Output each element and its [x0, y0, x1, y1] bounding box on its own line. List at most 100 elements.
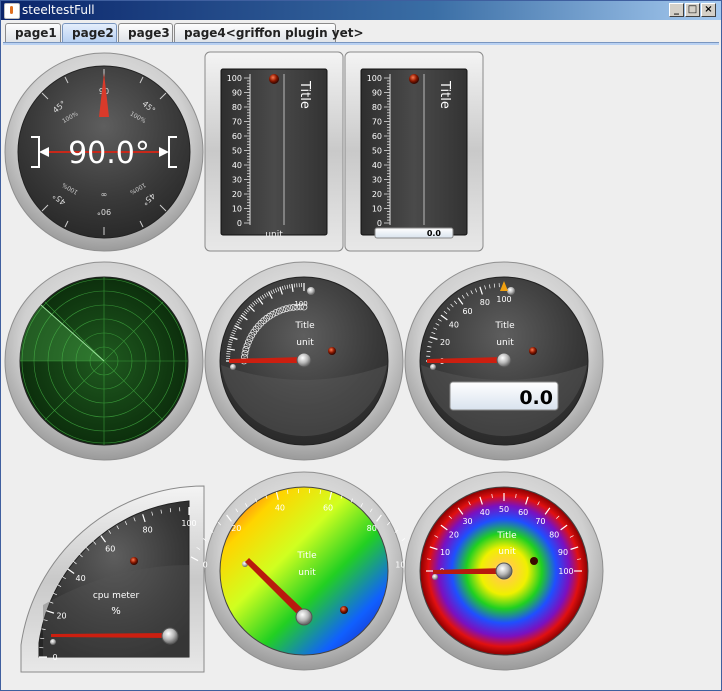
rainbow2-led	[530, 557, 538, 565]
radial-cloud-unit: unit	[296, 338, 314, 348]
radial-cloud-gauge: 100 Title unit	[204, 261, 404, 461]
tab-page4[interactable]: page4<griffon plugin yet>	[174, 23, 364, 42]
quarter-gauge: 0 20 40 60 80 100 cpu meter %	[20, 485, 205, 673]
linear2-lcd-value: 0.0	[427, 229, 442, 238]
radial-lcd-knob	[496, 352, 512, 368]
radial-lcd-unit: unit	[496, 338, 514, 348]
tick-label: 20	[440, 338, 450, 347]
scale-label: 100	[367, 74, 382, 83]
scale-label: 80	[372, 103, 382, 112]
rainbow2-title: Title	[496, 531, 517, 541]
radial-lcd-title: Title	[494, 321, 515, 331]
tick-label: 60	[518, 508, 528, 517]
compass-label-bottom: 90°	[97, 207, 111, 216]
scale-label: 0	[237, 219, 242, 228]
application-window: steeltestFull _ □ × page1 page2 page3 pa…	[0, 0, 722, 691]
compass-label-infinity: ∞	[101, 190, 108, 199]
tick-label: 10	[440, 548, 450, 557]
tick-label: 80	[480, 298, 490, 307]
tick-label: 70	[535, 517, 545, 526]
scale-label: 100	[227, 74, 242, 83]
tick-label: 20	[449, 531, 459, 540]
scale-label: 60	[372, 132, 382, 141]
linear1-title: Title	[297, 80, 312, 109]
tick-label: 40	[480, 508, 490, 517]
scale-label: 30	[232, 176, 242, 185]
radial-lcd-gauge: 020406080100 Title unit 0.0	[404, 261, 604, 461]
maximize-button[interactable]: □	[685, 3, 700, 17]
tick-label: 100	[181, 519, 196, 528]
rainbow1-led	[340, 606, 348, 614]
rainbow1-knob	[295, 608, 313, 626]
scale-label: 20	[232, 190, 242, 199]
scale-label: 80	[232, 103, 242, 112]
compass-gauge: 90 45° 45° 45° 45° 100% 100% 100% 100% ∞…	[4, 52, 204, 252]
minimize-button[interactable]: _	[669, 3, 684, 17]
scale-label: 10	[372, 205, 382, 214]
gauges-canvas: 90 45° 45° 45° 45° 100% 100% 100% 100% ∞…	[4, 51, 604, 673]
tick-label: 30	[462, 517, 472, 526]
tab-page3[interactable]: page3	[118, 23, 173, 42]
tick-label: 90	[558, 548, 568, 557]
tick-label: 80	[367, 524, 377, 533]
linear-gauge-1: 1009080706050403020100 Title unit	[204, 51, 344, 252]
linear-gauge-2: 1009080706050403020100 Title 0.0	[344, 51, 484, 252]
radar-gauge	[4, 261, 204, 461]
tick-label: 60	[462, 307, 472, 316]
scale-label: 70	[232, 118, 242, 127]
rainbow-gauge-1: 02040 6080100 Title unit	[190, 471, 418, 671]
window-title: steeltestFull	[22, 3, 95, 17]
quarter-knob	[161, 627, 179, 645]
java-app-icon	[4, 3, 20, 19]
tick-label: 100	[496, 295, 511, 304]
tick-label: 80	[549, 531, 559, 540]
scale-label: 50	[232, 147, 242, 156]
linear2-lcd	[374, 227, 454, 239]
tick-label: 60	[323, 504, 333, 513]
scale-label: 0	[377, 219, 382, 228]
rainbow2-unit: unit	[498, 547, 516, 557]
scale-label: 50	[372, 147, 382, 156]
tick-label: 40	[449, 321, 459, 330]
close-button[interactable]: ×	[701, 3, 716, 17]
scale-label: 10	[232, 205, 242, 214]
tab-page1[interactable]: page1	[5, 23, 61, 42]
radial-cloud-max-label: 100	[294, 300, 307, 308]
quarter-title: cpu meter	[93, 591, 140, 601]
rainbow2-knob	[495, 562, 513, 580]
linear2-title: Title	[437, 80, 452, 109]
compass-value: 90.0°	[68, 136, 150, 171]
scale-label: 40	[372, 161, 382, 170]
radial-cloud-title: Title	[294, 321, 315, 331]
tick-label: 20	[231, 524, 241, 533]
tick-label: 80	[142, 526, 152, 535]
rainbow1-unit: unit	[298, 568, 316, 578]
tab-content-panel: 90 45° 45° 45° 45° 100% 100% 100% 100% ∞…	[3, 45, 719, 687]
radial-cloud-led	[328, 347, 336, 355]
linear2-led	[409, 74, 419, 84]
scale-label: 40	[232, 161, 242, 170]
scale-label: 60	[232, 132, 242, 141]
rainbow1-title: Title	[296, 551, 317, 561]
tick-label: 0	[203, 560, 208, 569]
rainbow-gauge-2: 0102030405060708090100 Title unit	[404, 471, 604, 671]
radial-lcd-led	[529, 347, 537, 355]
tick-label: 40	[75, 574, 85, 583]
tick-label: 100	[558, 567, 573, 576]
title-bar[interactable]: steeltestFull _ □ ×	[1, 1, 721, 20]
radial-cloud-knob	[296, 352, 312, 368]
scale-label: 70	[372, 118, 382, 127]
scale-label: 30	[372, 176, 382, 185]
linear1-unit: unit	[265, 230, 283, 240]
quarter-led	[130, 557, 138, 565]
quarter-unit: %	[111, 606, 121, 617]
tick-label: 40	[275, 504, 285, 513]
scale-label: 20	[372, 190, 382, 199]
scale-label: 90	[372, 89, 382, 98]
tick-label: 60	[105, 545, 115, 554]
tick-label: 50	[499, 505, 509, 514]
tick-label: 20	[56, 612, 66, 621]
tick-label: 0	[52, 653, 57, 662]
tab-page2[interactable]: page2	[62, 23, 117, 42]
linear1-led	[269, 74, 279, 84]
